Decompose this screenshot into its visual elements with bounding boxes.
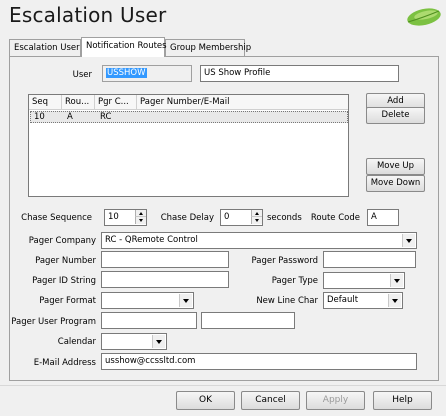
pager-format-label: Pager Format <box>39 296 96 306</box>
chase-sequence-value: 10 <box>108 212 119 222</box>
pager-company-value: RC - QRemote Control <box>105 235 198 245</box>
chevron-down-icon[interactable] <box>179 294 192 307</box>
pager-number-label: Pager Number <box>35 256 96 266</box>
route-code-label: Route Code <box>310 213 360 223</box>
column-pager-code[interactable]: Pgr C... <box>95 95 137 110</box>
column-seq[interactable]: Seq <box>29 95 62 110</box>
chevron-down-icon[interactable] <box>402 234 415 247</box>
chase-sequence-spinner[interactable]: 10 <box>104 209 147 226</box>
footer-divider <box>0 385 446 386</box>
delete-button[interactable]: Delete <box>366 107 425 124</box>
routes-list[interactable]: Seq Rou... Pgr C... Pager Number/E-Mail … <box>28 94 349 197</box>
pager-company-select[interactable]: RC - QRemote Control <box>101 232 417 249</box>
column-pager-number[interactable]: Pager Number/E-Mail <box>137 95 348 110</box>
pager-user-program-field[interactable] <box>101 312 197 329</box>
spin-down-icon[interactable] <box>251 217 262 224</box>
route-code-field[interactable]: A <box>367 209 399 226</box>
tab-group-membership[interactable]: Group Membership <box>165 39 251 56</box>
email-address-field[interactable]: usshow@ccssltd.com <box>101 353 417 370</box>
row-pager-code: RC <box>100 112 112 122</box>
ok-button[interactable]: OK <box>176 391 235 410</box>
column-route[interactable]: Rou... <box>62 95 95 110</box>
user-id-value: USSHOW <box>106 68 147 78</box>
tab-notification-routes[interactable]: Notification Routes <box>81 37 167 57</box>
chevron-down-icon[interactable] <box>152 335 165 348</box>
chase-delay-spinner[interactable]: 0 <box>220 209 263 226</box>
calendar-select[interactable] <box>101 333 167 350</box>
spin-up-icon[interactable] <box>135 210 146 217</box>
spin-down-icon[interactable] <box>135 217 146 224</box>
new-line-char-label: New Line Char <box>256 296 318 306</box>
pager-format-select[interactable] <box>101 292 194 309</box>
pager-id-string-field[interactable] <box>101 271 229 288</box>
pager-user-program-label: Pager User Program <box>11 317 96 327</box>
row-route: A <box>67 112 73 122</box>
chase-delay-value: 0 <box>224 212 230 222</box>
pager-password-field[interactable] <box>323 251 416 268</box>
new-line-char-value: Default <box>327 295 359 305</box>
chase-sequence-label: Chase Sequence <box>21 213 92 223</box>
pager-company-label: Pager Company <box>28 236 96 246</box>
apply-button[interactable]: Apply <box>306 391 365 410</box>
chevron-down-icon[interactable] <box>390 274 403 287</box>
list-header: Seq Rou... Pgr C... Pager Number/E-Mail <box>29 95 348 110</box>
spin-up-icon[interactable] <box>251 210 262 217</box>
window-title: Escalation User <box>9 3 167 27</box>
pager-user-program-args-field[interactable] <box>201 312 295 329</box>
help-button[interactable]: Help <box>373 391 432 410</box>
pager-id-string-label: Pager ID String <box>32 276 96 286</box>
chase-delay-label: Chase Delay <box>160 213 214 223</box>
row-seq: 10 <box>34 112 45 122</box>
pager-type-select[interactable] <box>323 272 405 289</box>
new-line-char-select[interactable]: Default <box>323 292 403 309</box>
user-id-field: USSHOW <box>102 65 192 82</box>
cancel-button[interactable]: Cancel <box>241 391 300 410</box>
pager-password-label: Pager Password <box>251 256 318 266</box>
user-label: User <box>72 70 92 80</box>
pager-number-field[interactable] <box>101 251 229 268</box>
list-row[interactable]: 10 A RC <box>30 111 348 123</box>
tab-escalation-user[interactable]: Escalation User <box>9 39 81 56</box>
chevron-down-icon[interactable] <box>388 294 401 307</box>
calendar-label: Calendar <box>57 337 96 347</box>
move-up-button[interactable]: Move Up <box>366 158 425 175</box>
move-down-button[interactable]: Move Down <box>366 175 425 192</box>
seconds-label: seconds <box>267 213 302 223</box>
user-profile-field: US Show Profile <box>200 65 399 82</box>
pager-type-label: Pager Type <box>271 276 318 286</box>
email-address-label: E-Mail Address <box>33 358 96 368</box>
leaf-logo-icon <box>407 8 441 26</box>
